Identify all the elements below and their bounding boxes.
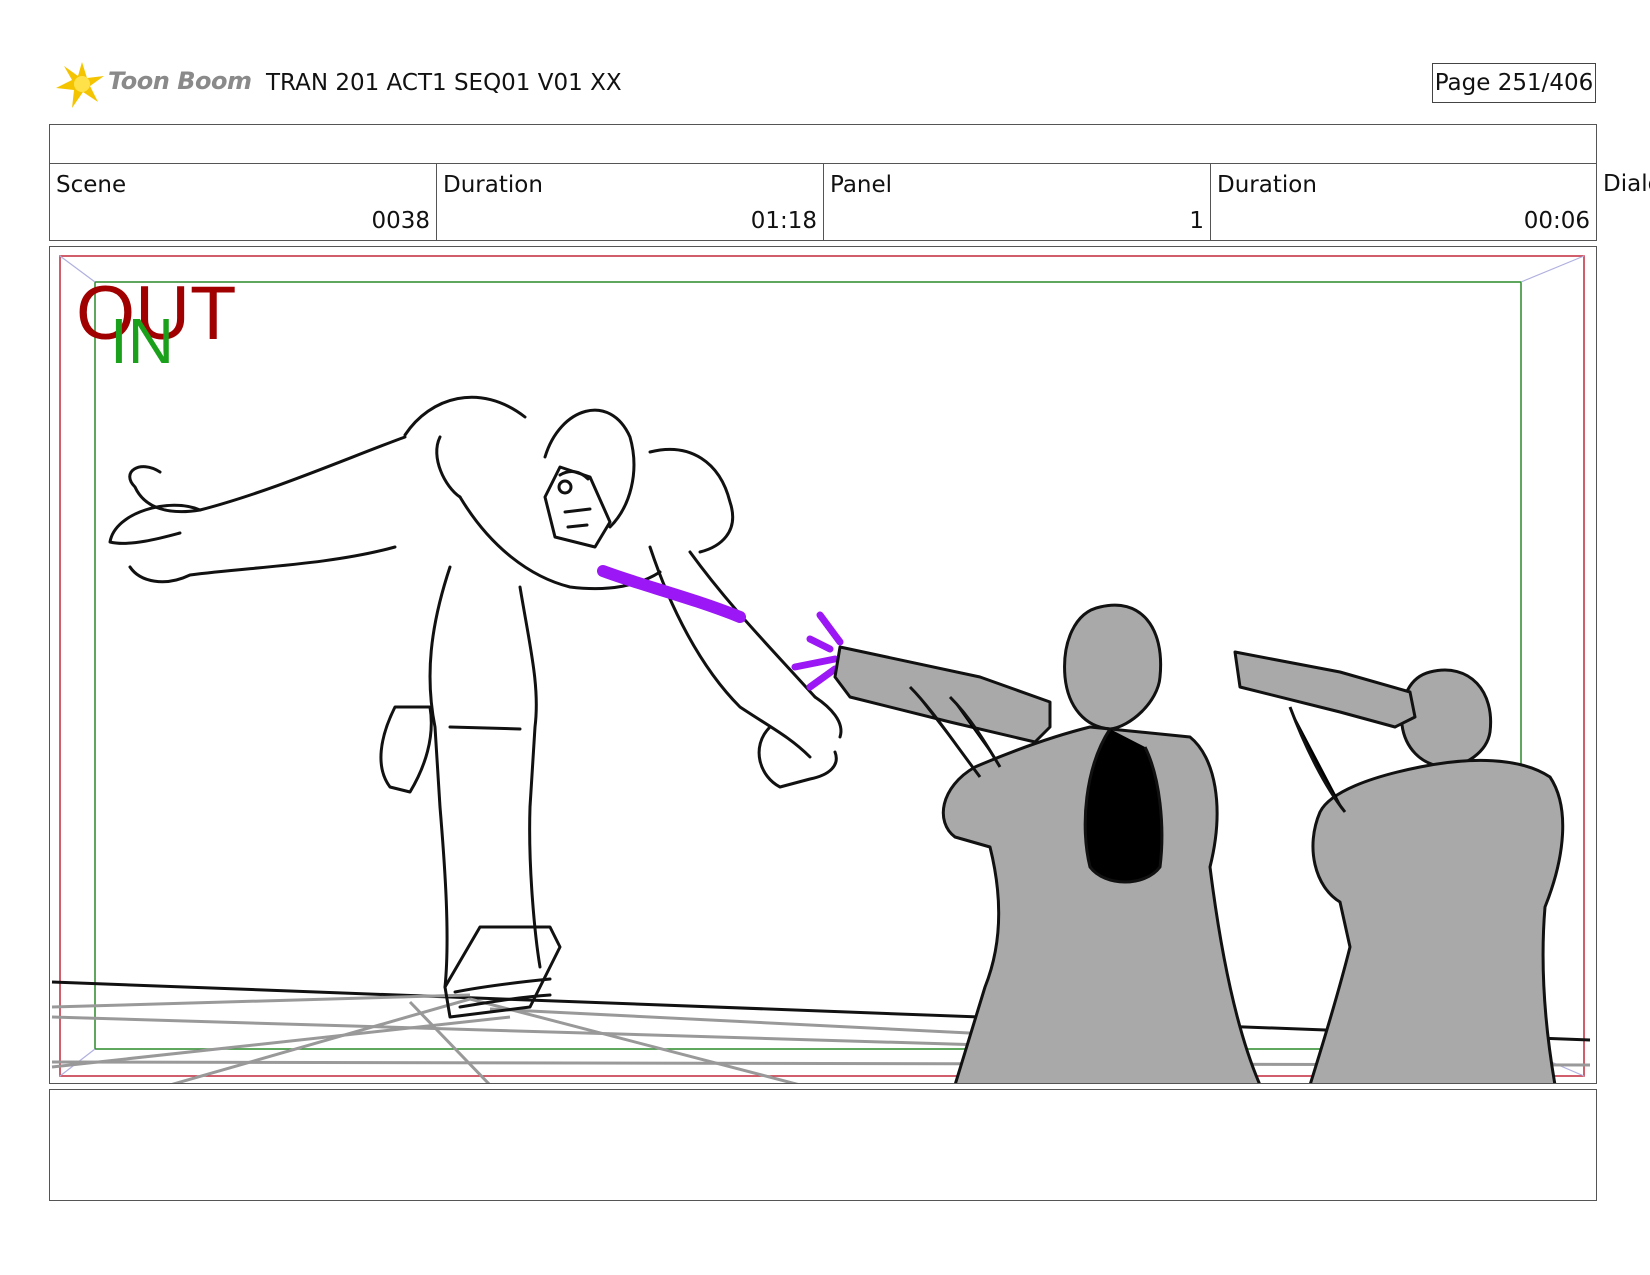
panel-cell: Panel 1 [824,164,1211,240]
scene-duration-label: Duration [443,172,543,198]
page-number: Page 251/406 [1432,63,1596,103]
panel-value: 1 [1189,208,1204,234]
storyboard-panel: OUT IN [49,246,1597,1084]
scene-info-row: Scene 0038 Duration 01:18 Panel 1 Durati… [49,163,1597,241]
panel-duration-label: Duration [1217,172,1317,198]
toon-boom-logo: Toon Boom [52,56,252,112]
panel-label: Panel [830,172,893,198]
scene-label: Scene [56,172,127,198]
soldier-figure-1 [833,603,1261,1083]
panel-duration-cell: Duration 00:06 [1211,164,1596,240]
zombie-figure [108,395,843,1019]
scene-cell: Scene 0038 [50,164,437,240]
document-title: TRAN 201 ACT1 SEQ01 V01 XX [266,70,622,96]
logo-text: Toon Boom [108,67,252,95]
energy-streak [597,565,844,691]
panel-drawing: OUT IN [51,255,1591,1083]
dialog-label: Dialo [1603,171,1650,197]
header-bar [49,124,1597,164]
soldier-figure-2 [1233,650,1565,1083]
in-label: IN [110,305,174,377]
sun-icon [56,62,104,108]
panel-duration-value: 00:06 [1523,208,1590,234]
notes-area [49,1089,1597,1201]
scene-duration-cell: Duration 01:18 [437,164,824,240]
scene-duration-value: 01:18 [750,208,817,234]
scene-value: 0038 [371,208,430,234]
